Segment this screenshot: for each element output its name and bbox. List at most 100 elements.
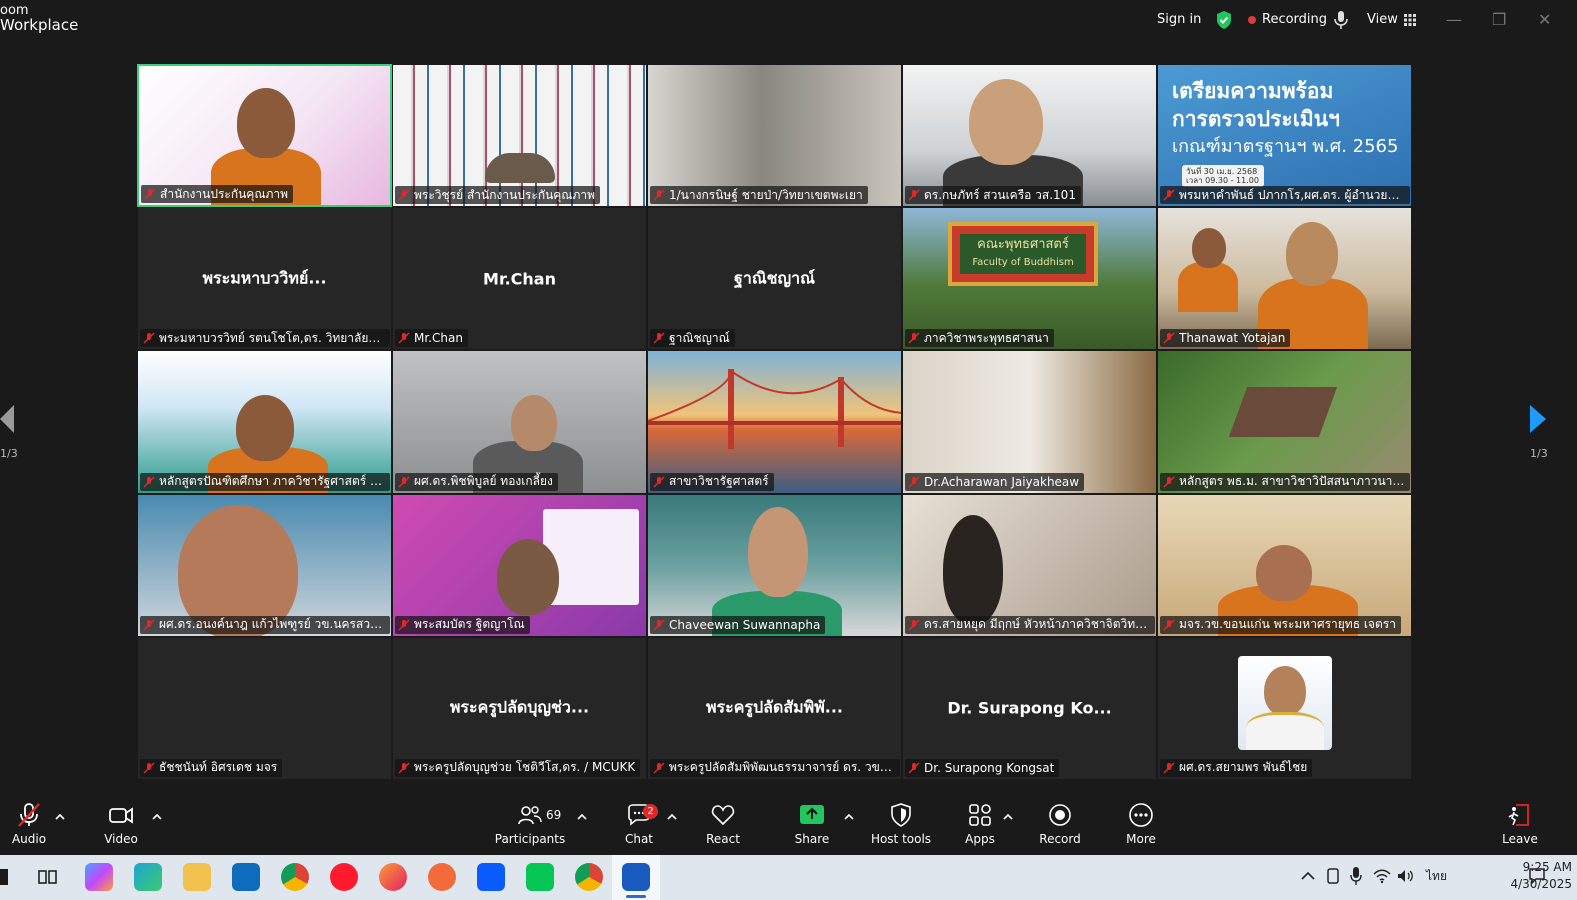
react-button[interactable]: React — [683, 802, 763, 846]
chrome-profile-icon[interactable] — [575, 863, 603, 891]
apps-button[interactable]: Apps — [940, 802, 1020, 846]
video-camera-icon — [109, 807, 133, 824]
input-language-indicator[interactable]: ไทย — [1426, 867, 1447, 886]
edge-browser-icon[interactable] — [134, 863, 162, 891]
audio-button[interactable]: Audio — [0, 802, 69, 846]
firefox-icon[interactable] — [379, 863, 407, 891]
word-icon[interactable] — [622, 863, 650, 891]
video-tile[interactable]: ผศ.ดร.พิชพิบูลย์ ทองเกลี้ยง — [392, 350, 647, 494]
video-tile[interactable]: มจร.วข.ขอนแก่น พระมหาศรายุทธ เจตรา — [1157, 493, 1412, 637]
wifi-icon[interactable] — [1373, 868, 1391, 884]
video-tile[interactable]: สาขาวิชารัฐศาสตร์ — [647, 350, 902, 494]
video-tile[interactable]: หลักสูตรปัณฑิตศึกษา ภาควิชารัฐศาสตร์ คณะ… — [137, 350, 392, 494]
video-tile[interactable]: พระสมบัตร ฐิตญาโณ — [392, 493, 647, 637]
record-button[interactable]: Record — [1020, 802, 1100, 846]
leave-door-icon — [1508, 804, 1529, 826]
show-hidden-icons-chevron-up-icon[interactable] — [1301, 871, 1315, 881]
close-window-button[interactable]: ✕ — [1538, 10, 1551, 29]
sign-in-label: Sign in — [1157, 12, 1202, 27]
microphone-in-use-icon[interactable] — [1350, 866, 1362, 886]
video-tile[interactable]: ผศ.ดร.อนงค์นาฎ แก้วไพฑูรย์ วข.นครสวรรค์ — [137, 493, 392, 637]
recording-indicator[interactable]: Recording — [1248, 12, 1327, 27]
participant-face — [1256, 544, 1312, 601]
participant-face — [1286, 222, 1338, 287]
video-tile[interactable]: Dr.Acharawan Jaiyakheaw — [902, 350, 1157, 494]
video-tile[interactable]: พระครูปลัดบุญช่ว... พระครูปลัดบุญช่วย โช… — [392, 636, 647, 780]
more-dots-icon — [1129, 803, 1153, 827]
microphone-status-icon[interactable] — [1333, 10, 1349, 30]
file-explorer-icon[interactable] — [183, 863, 211, 891]
share-options-chevron-up-icon[interactable] — [844, 812, 854, 822]
line-icon[interactable] — [526, 863, 554, 891]
video-tile[interactable]: ดร.กษภัทร์ สวนเครือ วส.101 — [902, 64, 1157, 208]
battery-icon[interactable] — [1326, 867, 1340, 885]
video-tile[interactable]: Mr.Chan Mr.Chan — [392, 207, 647, 351]
video-tile[interactable]: ธัชชนันท์ อิศรเดช มจร — [137, 636, 392, 780]
participant-name: พรมหาคำพันธ์ ปภากโร,ผศ.ดร. ผู้อำนวยการ..… — [1179, 187, 1405, 202]
view-button[interactable]: View — [1367, 12, 1416, 27]
notifications-icon[interactable] — [1528, 867, 1546, 885]
video-tile[interactable]: หลักสูตร พธ.ม. สาขาวิชาวิปัสสนาภาวนาศึกษ… — [1157, 350, 1412, 494]
audio-options-chevron-up-icon[interactable] — [55, 812, 65, 822]
muted-mic-icon — [143, 476, 155, 488]
speaker-volume-icon[interactable] — [1396, 868, 1414, 884]
video-tile[interactable]: สำนักงานประกันคุณภาพ — [137, 64, 392, 208]
app-icon[interactable] — [428, 863, 456, 891]
participant-name: Dr. Surapong Kongsat — [924, 760, 1055, 775]
encryption-shield-icon[interactable] — [1215, 10, 1233, 30]
video-tile[interactable]: ฐาณิชญาณ์ ฐาณิชญาณ์ — [647, 207, 902, 351]
muted-mic-icon — [1163, 619, 1175, 631]
video-button[interactable]: Video — [81, 802, 161, 846]
zoom-icon[interactable] — [477, 863, 505, 891]
participant-nameplate: Dr. Surapong Kongsat — [905, 758, 1060, 777]
video-tile[interactable]: ผศ.ดร.สยามพร พันธ์ไชย — [1157, 636, 1412, 780]
video-options-chevron-up-icon[interactable] — [152, 812, 162, 822]
participant-nameplate: ดร.สายหยุด มีฤกษ์ หัวหน้าภาควิชาจิตวิทยา… — [905, 615, 1155, 634]
opera-icon[interactable] — [330, 863, 358, 891]
muted-mic-icon — [908, 762, 920, 774]
more-button[interactable]: More — [1101, 802, 1181, 846]
participant-nameplate: สาขาวิชารัฐศาสตร์ — [650, 472, 774, 491]
video-tile[interactable]: เตรียมความพร้อม การตรวจประเมินฯ เกณฑ์มาต… — [1157, 64, 1412, 208]
participant-display-name: Mr.Chan — [483, 269, 556, 289]
participant-nameplate: หลักสูตร พธ.ม. สาขาวิชาวิปัสสนาภาวนาศึกษ… — [1160, 472, 1410, 491]
restore-button[interactable]: ❐ — [1492, 10, 1506, 29]
video-tile[interactable]: Chaveewan Suwannapha — [647, 493, 902, 637]
audio-label: Audio — [11, 832, 47, 846]
outlook-icon[interactable] — [232, 863, 260, 891]
video-tile[interactable]: พระวิชุรย์ สำนักงานประกันคุณภาพ — [392, 64, 647, 208]
task-view-icon[interactable] — [38, 867, 58, 887]
video-tile[interactable]: 1/นางกรนิษฐ์ ชายป่า/วิทยาเขตพะเยา — [647, 64, 902, 208]
host-tools-button[interactable]: Host tools — [861, 802, 941, 846]
profile-uniform — [1246, 711, 1324, 750]
participant-name: ดร.กษภัทร์ สวนเครือ วส.101 — [924, 187, 1076, 202]
copilot-icon[interactable] — [85, 863, 113, 891]
sign-in-link[interactable]: Sign in — [1157, 12, 1201, 27]
record-label: Record — [1039, 832, 1081, 846]
video-tile[interactable]: พระมหาบววิทย์... พระมหาบวรวิทย์ รตนโชโต,… — [137, 207, 392, 351]
minimize-button[interactable]: — — [1446, 10, 1462, 29]
leave-button[interactable]: Leave — [1480, 802, 1560, 846]
video-tile[interactable]: พระครูปลัดสัมพิพั... พระครูปลัดสัมพิพัฒน… — [647, 636, 902, 780]
chrome-icon[interactable] — [281, 863, 309, 891]
next-page-button[interactable]: 1/3 — [1530, 405, 1548, 460]
chat-button[interactable]: Chat — [599, 802, 679, 846]
muted-mic-icon — [653, 762, 665, 774]
video-tile[interactable]: Dr. Surapong Ko... Dr. Surapong Kongsat — [902, 636, 1157, 780]
participant-nameplate: พระวิชุรย์ สำนักงานประกันคุณภาพ — [395, 186, 601, 205]
previous-page-button[interactable]: 1/3 — [0, 405, 18, 460]
share-button[interactable]: Share — [772, 802, 852, 846]
apps-options-chevron-up-icon[interactable] — [1003, 812, 1013, 822]
participant-face — [236, 395, 294, 462]
chat-options-chevron-up-icon[interactable] — [667, 812, 677, 822]
participants-options-chevron-up-icon[interactable] — [577, 812, 587, 822]
muted-mic-icon — [1163, 189, 1175, 201]
video-tile[interactable]: ดร.สายหยุด มีฤกษ์ หัวหน้าภาควิชาจิตวิทยา… — [902, 493, 1157, 637]
chat-label: Chat — [624, 832, 654, 846]
muted-microphone-icon — [18, 803, 40, 827]
participant-nameplate: พรมหาคำพันธ์ ปภากโร,ผศ.ดร. ผู้อำนวยการ..… — [1160, 186, 1410, 205]
video-tile[interactable]: Thanawat Yotajan — [1157, 207, 1412, 351]
start-button[interactable] — [0, 869, 8, 885]
muted-mic-icon — [653, 619, 665, 631]
video-tile[interactable]: คณะพุทธศาสตร์ Faculty of Buddhism ภาควิช… — [902, 207, 1157, 351]
